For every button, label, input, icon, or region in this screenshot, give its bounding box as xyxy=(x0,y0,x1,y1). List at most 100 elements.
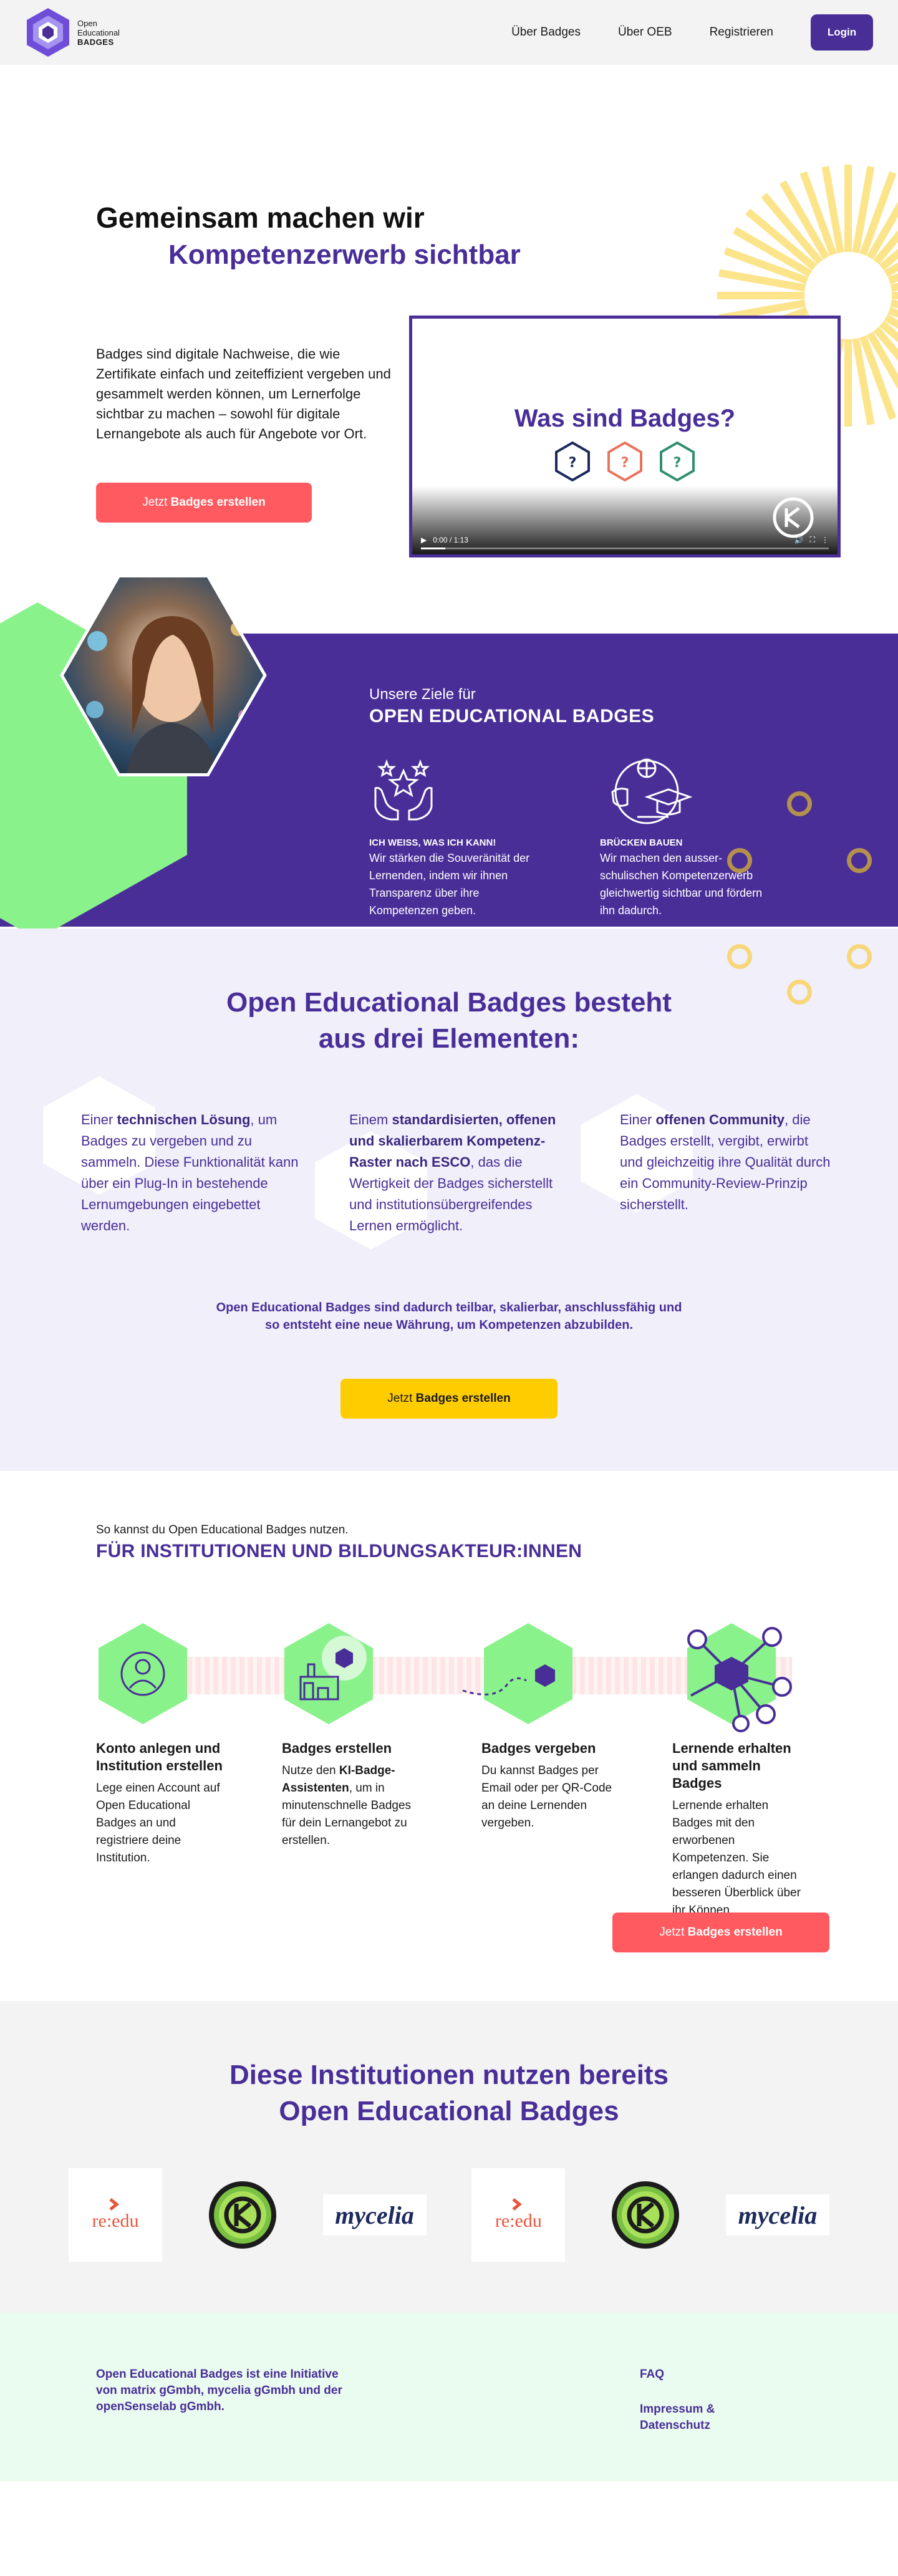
reedu-wordmark: re:edu xyxy=(92,2211,139,2231)
step-title-1: Konto anlegen und Institution erstellen xyxy=(96,1740,223,1773)
howto-create-badges-button[interactable]: Jetzt Badges erstellen xyxy=(612,1913,829,1952)
cta-strong: Badges erstellen xyxy=(170,496,266,509)
badge-navy-icon: ? xyxy=(555,441,590,482)
institution-logos: re:edu openSenselab mycelia re:edu openS… xyxy=(69,2168,829,2262)
logo-line-2: Educational xyxy=(77,27,120,37)
badge-teal-icon: ? xyxy=(660,441,695,482)
step-text-2-pre: Nutze den xyxy=(282,1764,339,1777)
collect-badges-icon xyxy=(687,1623,792,1732)
cta-strong: Badges erstellen xyxy=(415,1392,511,1405)
element-technical-strong: technischen Lösung xyxy=(117,1112,251,1127)
cta-strong: Badges erstellen xyxy=(687,1926,783,1939)
institutions-title-line-1: Diese Institutionen nutzen bereits xyxy=(229,2060,669,2090)
mycelia-logo[interactable]: mycelia xyxy=(322,2194,427,2236)
login-button[interactable]: Login xyxy=(811,14,873,51)
badge-symbol: ? xyxy=(621,455,629,471)
ring-decoration xyxy=(727,848,752,873)
elements-summary-line-2: so entsteht eine neue Währung, um Kompet… xyxy=(264,1318,634,1332)
mycelia-logo[interactable]: mycelia xyxy=(725,2194,829,2236)
fullscreen-icon[interactable]: ⛶ xyxy=(810,535,815,544)
badge-symbol: ? xyxy=(569,455,577,471)
hero-section: Gemeinsam machen wir Kompetenzerwerb sic… xyxy=(0,65,898,570)
element-technical: Einer technischen Lösung, um Badges zu v… xyxy=(81,1109,306,1237)
hero-create-badges-button[interactable]: Jetzt Badges erstellen xyxy=(96,483,312,523)
hero-title-line-2: Kompetenzerwerb sichtbar xyxy=(168,239,521,270)
video-progress-bar[interactable] xyxy=(421,548,829,549)
video-time: 0:00 / 1:13 xyxy=(433,535,468,544)
main-nav: Über Badges Über OEB Registrieren Login xyxy=(511,14,873,51)
cta-prefix: Jetzt xyxy=(142,496,168,509)
site-footer: Open Educational Badges ist eine Initiat… xyxy=(0,2313,898,2481)
step-1: Konto anlegen und Institution erstellen … xyxy=(96,1621,227,1867)
reedu-wordmark: re:edu xyxy=(495,2211,542,2231)
elements-title: Open Educational Badges besteht aus drei… xyxy=(0,985,898,1057)
step-title-2: Badges erstellen xyxy=(282,1740,392,1756)
intro-video-player[interactable]: Was sind Badges? ? ? ? ▶ 0:00 / 1:13 � xyxy=(409,316,841,557)
institutions-title-line-2: Open Educational Badges xyxy=(279,2096,619,2126)
goal-item-2: BRÜCKEN BAUEN Wir machen den ausser-schu… xyxy=(600,757,775,919)
step-text-2: Nutze den KI-Badge-Assistenten, um in mi… xyxy=(282,1762,413,1850)
video-progress-fill xyxy=(421,548,446,549)
step-2: Badges erstellen Nutze den KI-Badge-Assi… xyxy=(282,1621,413,1850)
logo-line-1: Open xyxy=(77,18,97,28)
reedu-logo[interactable]: re:edu xyxy=(471,2168,566,2262)
oeb-logo[interactable]: Open Educational BADGES xyxy=(25,7,120,58)
hands-stars-icon xyxy=(374,759,433,821)
element-framework-pre: Einem xyxy=(349,1112,392,1127)
reedu-arrow-icon xyxy=(512,2198,523,2211)
video-controls: ▶ 0:00 / 1:13 🔊 ⛶ ⋮ xyxy=(421,535,829,544)
elements-section: Open Educational Badges besteht aus drei… xyxy=(0,929,898,1471)
account-icon xyxy=(99,1623,187,1724)
ring-decoration xyxy=(787,791,812,816)
ring-decoration xyxy=(847,848,872,873)
footer-initiative-text: Open Educational Badges ist eine Initiat… xyxy=(96,2368,342,2413)
step-3: Badges vergeben Du kannst Badges per Ema… xyxy=(462,1621,612,1832)
hero-description: Badges sind digitale Nachweise, die wie … xyxy=(96,346,391,441)
goals-subtitle: Unsere Ziele für xyxy=(369,686,476,703)
video-badge-hexes: ? ? ? xyxy=(412,441,838,482)
howto-subtitle: So kannst du Open Educational Badges nut… xyxy=(96,1523,349,1536)
page-bottom-spacer xyxy=(0,2481,898,2557)
step-text-4: Lernende erhalten Badges mit den erworbe… xyxy=(672,1799,801,1917)
elements-summary: Open Educational Badges sind dadurch tei… xyxy=(0,1299,898,1334)
step-title-4: Lernende erhalten und sammeln Badges xyxy=(672,1740,791,1791)
step-text-1: Lege einen Account auf Open Educational … xyxy=(96,1782,220,1864)
footer-link-faq[interactable]: FAQ xyxy=(640,2366,740,2383)
elements-title-line-1: Open Educational Badges besteht xyxy=(226,987,672,1018)
ring-decoration xyxy=(727,944,752,969)
institutions-section: Diese Institutionen nutzen bereits Open … xyxy=(0,2001,898,2313)
bridge-education-icon xyxy=(611,758,693,824)
elements-create-badges-button[interactable]: Jetzt Badges erstellen xyxy=(340,1379,558,1419)
goal-item-1: ICH WEISS, WAS ICH KANN! Wir stärken die… xyxy=(369,757,544,919)
goals-title: OPEN EDUCATIONAL BADGES xyxy=(369,706,655,726)
step-4: Lernende erhalten und sammeln Badges Ler… xyxy=(672,1621,803,1919)
badge-coral-icon: ? xyxy=(607,441,642,482)
badge-symbol: ? xyxy=(674,455,682,471)
goal-title-2: BRÜCKEN BAUEN xyxy=(600,837,683,848)
hero-title-line-1: Gemeinsam machen wir xyxy=(96,201,425,234)
nav-ueber-oeb[interactable]: Über OEB xyxy=(618,26,672,39)
nav-ueber-badges[interactable]: Über Badges xyxy=(511,26,581,39)
element-community-strong: offenen Community xyxy=(655,1112,785,1127)
hexagon-logo-icon xyxy=(27,8,69,57)
step-text-3: Du kannst Badges per Email oder per QR-C… xyxy=(481,1764,612,1830)
play-icon[interactable]: ▶ xyxy=(421,536,427,544)
elements-title-line-2: aus drei Elementen: xyxy=(318,1023,580,1054)
opensenselab-logo[interactable]: openSenselab xyxy=(208,2180,278,2250)
opensenselab-logo[interactable]: openSenselab xyxy=(611,2180,680,2250)
nav-registrieren[interactable]: Registrieren xyxy=(710,26,773,39)
video-title: Was sind Badges? xyxy=(514,405,736,432)
more-options-icon[interactable]: ⋮ xyxy=(821,536,829,544)
step-title-3: Badges vergeben xyxy=(481,1740,596,1756)
reedu-logo[interactable]: re:edu xyxy=(69,2168,162,2262)
footer-link-impressum[interactable]: Impressum & Datenschutz xyxy=(640,2401,740,2434)
ring-decoration xyxy=(847,944,872,969)
logo-wordmark: Open Educational BADGES xyxy=(77,19,120,47)
logo-line-3: BADGES xyxy=(77,37,114,47)
element-technical-post: , um Badges zu vergeben und zu sammeln. … xyxy=(81,1112,299,1233)
award-badge-icon xyxy=(462,1623,572,1724)
element-framework: Einem standardisierten, offenen und skal… xyxy=(349,1109,561,1237)
volume-icon[interactable]: 🔊 xyxy=(794,536,804,544)
howto-section: So kannst du Open Educational Badges nut… xyxy=(0,1471,898,2001)
footer-links: FAQ Impressum & Datenschutz xyxy=(640,2366,740,2434)
